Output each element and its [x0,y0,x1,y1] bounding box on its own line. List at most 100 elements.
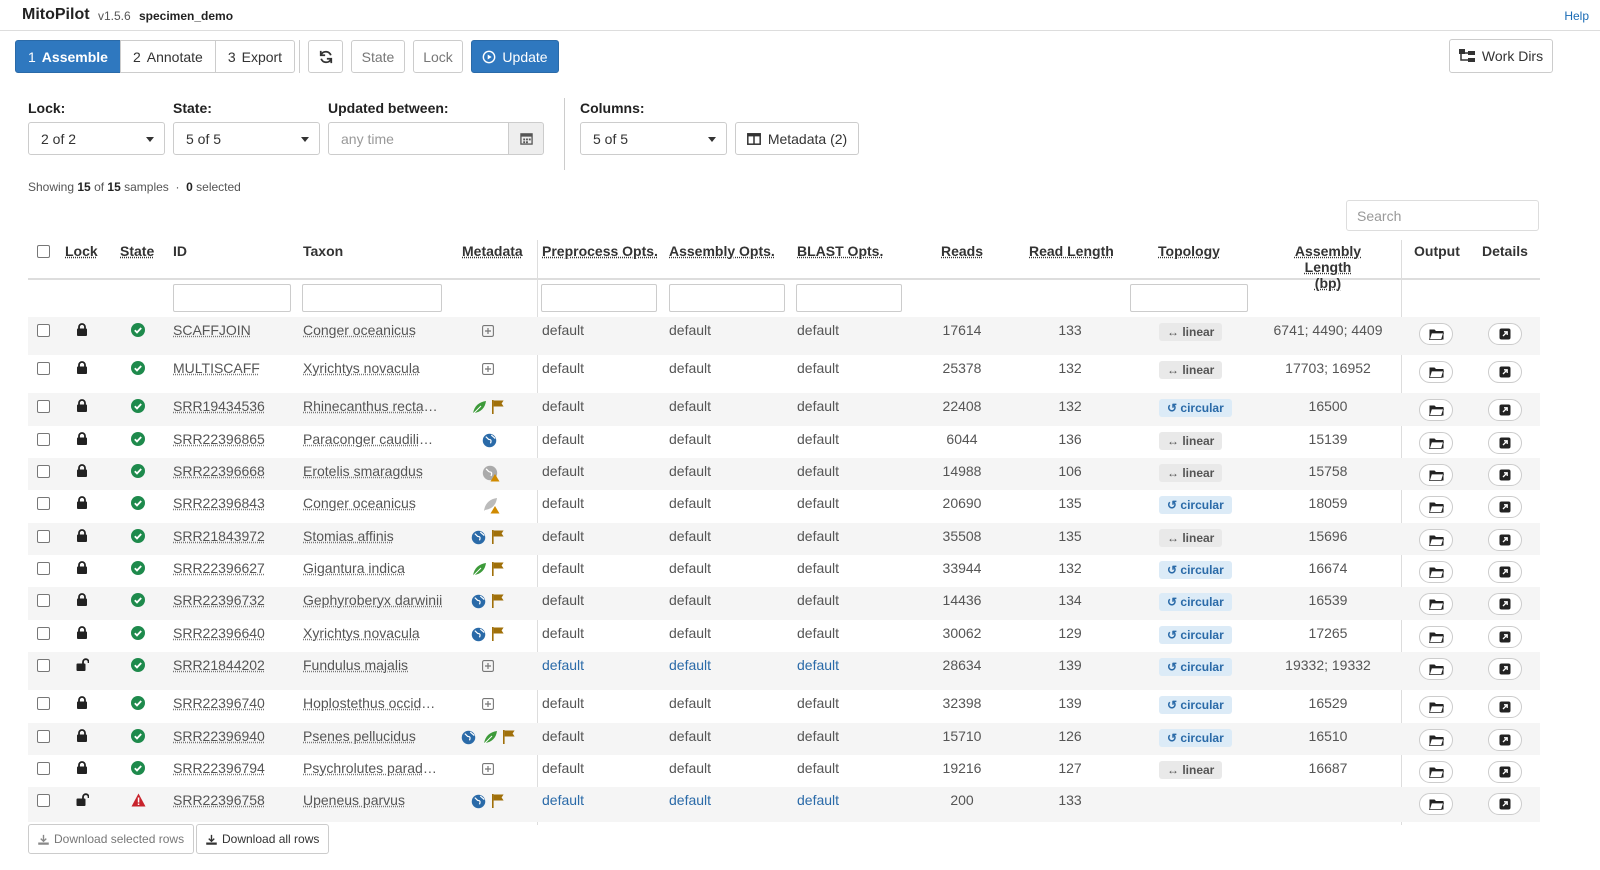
lock-icon[interactable] [76,361,88,377]
output-folder-button[interactable] [1419,432,1453,454]
add-metadata-icon[interactable] [481,697,494,713]
preprocess-opts[interactable]: default [542,657,584,673]
sample-id[interactable]: SRR22396794 [173,760,265,776]
select-all-checkbox[interactable] [37,245,50,258]
output-folder-button[interactable] [1419,593,1453,615]
sample-id[interactable]: SRR22396940 [173,728,265,744]
add-metadata-icon[interactable] [481,362,494,378]
sample-id[interactable]: SRR22396865 [173,431,265,447]
row-checkbox[interactable] [37,659,50,672]
assembly-opts[interactable]: default [669,657,711,673]
details-button[interactable] [1488,593,1522,615]
output-folder-button[interactable] [1419,658,1453,680]
taxon-name[interactable]: Erotelis smaragdus [303,463,443,479]
work-dirs-button[interactable]: Work Dirs [1449,39,1553,73]
lock-icon[interactable] [76,729,88,745]
sample-id[interactable]: SRR22396740 [173,695,265,711]
details-button[interactable] [1488,761,1522,783]
lock-icon[interactable] [76,399,88,415]
col-taxon[interactable]: Taxon [303,243,343,259]
add-metadata-icon[interactable] [481,324,494,340]
taxon-name[interactable]: Conger oceanicus [303,495,443,511]
col-assembly[interactable]: Assembly Opts. [669,243,775,259]
lock-icon[interactable] [76,323,88,339]
output-folder-button[interactable] [1419,496,1453,518]
topology-filter-input[interactable] [1130,284,1248,312]
blast-opts[interactable]: default [797,657,839,673]
col-lock[interactable]: Lock [65,243,98,259]
details-button[interactable] [1488,399,1522,421]
calendar-button[interactable] [508,122,544,155]
state-button[interactable]: State [351,40,405,73]
lock-icon[interactable] [76,593,88,609]
step-annotate[interactable]: 2 Annotate [119,40,216,73]
output-folder-button[interactable] [1419,561,1453,583]
sample-id[interactable]: SRR22396732 [173,592,265,608]
col-reads[interactable]: Reads [941,243,983,259]
sample-id[interactable]: MULTISCAFF [173,360,260,376]
row-checkbox[interactable] [37,497,50,510]
preprocess-opts[interactable]: default [542,792,584,808]
details-button[interactable] [1488,529,1522,551]
output-folder-button[interactable] [1419,529,1453,551]
unlock-icon[interactable] [76,658,90,674]
taxon-name[interactable]: Psychrolutes paradoxus [303,760,443,776]
sample-id[interactable]: SRR19434536 [173,398,265,414]
col-metadata[interactable]: Metadata [462,243,523,259]
row-checkbox[interactable] [37,362,50,375]
sample-id[interactable]: SRR21843972 [173,528,265,544]
sample-id[interactable]: SCAFFJOIN [173,322,251,338]
taxon-name[interactable]: Upeneus parvus [303,792,443,808]
blast-opts[interactable]: default [797,792,839,808]
sample-id[interactable]: SRR22396668 [173,463,265,479]
col-read-length[interactable]: Read Length [1029,243,1114,259]
taxon-name[interactable]: Paraconger caudilimbatus [303,431,443,447]
blast-filter-input[interactable] [796,284,902,312]
details-button[interactable] [1488,496,1522,518]
row-checkbox[interactable] [37,324,50,337]
col-state[interactable]: State [120,243,154,259]
output-folder-button[interactable] [1419,626,1453,648]
assembly-opts[interactable]: default [669,792,711,808]
output-folder-button[interactable] [1419,361,1453,383]
output-folder-button[interactable] [1419,464,1453,486]
row-checkbox[interactable] [37,730,50,743]
col-id[interactable]: ID [173,243,187,259]
state-filter-select[interactable]: 5 of 5 [173,122,320,155]
sample-id[interactable]: SRR22396843 [173,495,265,511]
taxon-name[interactable]: Xyrichtys novacula [303,360,443,376]
row-checkbox[interactable] [37,794,50,807]
preprocess-filter-input[interactable] [541,284,657,312]
step-assemble[interactable]: 1 Assemble [15,40,121,73]
output-folder-button[interactable] [1419,323,1453,345]
lock-icon[interactable] [76,626,88,642]
unlock-icon[interactable] [76,793,90,809]
taxon-name[interactable]: Gephyroberyx darwinii [303,592,443,608]
col-blast[interactable]: BLAST Opts. [797,243,883,259]
output-folder-button[interactable] [1419,761,1453,783]
update-button[interactable]: Update [471,40,559,73]
details-button[interactable] [1488,729,1522,751]
refresh-button[interactable] [308,40,343,73]
details-button[interactable] [1488,361,1522,383]
download-selected-button[interactable]: Download selected rows [28,824,195,854]
details-button[interactable] [1488,793,1522,815]
lock-filter-select[interactable]: 2 of 2 [28,122,165,155]
row-checkbox[interactable] [37,562,50,575]
taxon-name[interactable]: Xyrichtys novacula [303,625,443,641]
lock-icon[interactable] [76,464,88,480]
row-checkbox[interactable] [37,433,50,446]
col-preprocess[interactable]: Preprocess Opts. [542,243,658,259]
lock-icon[interactable] [76,761,88,777]
lock-button[interactable]: Lock [413,40,463,73]
add-metadata-icon[interactable] [481,762,494,778]
details-button[interactable] [1488,658,1522,680]
output-folder-button[interactable] [1419,793,1453,815]
lock-icon[interactable] [76,561,88,577]
details-button[interactable] [1488,464,1522,486]
sample-id[interactable]: SRR22396758 [173,792,265,808]
sample-id[interactable]: SRR22396627 [173,560,265,576]
details-button[interactable] [1488,626,1522,648]
lock-icon[interactable] [76,496,88,512]
download-all-button[interactable]: Download all rows [196,824,330,854]
